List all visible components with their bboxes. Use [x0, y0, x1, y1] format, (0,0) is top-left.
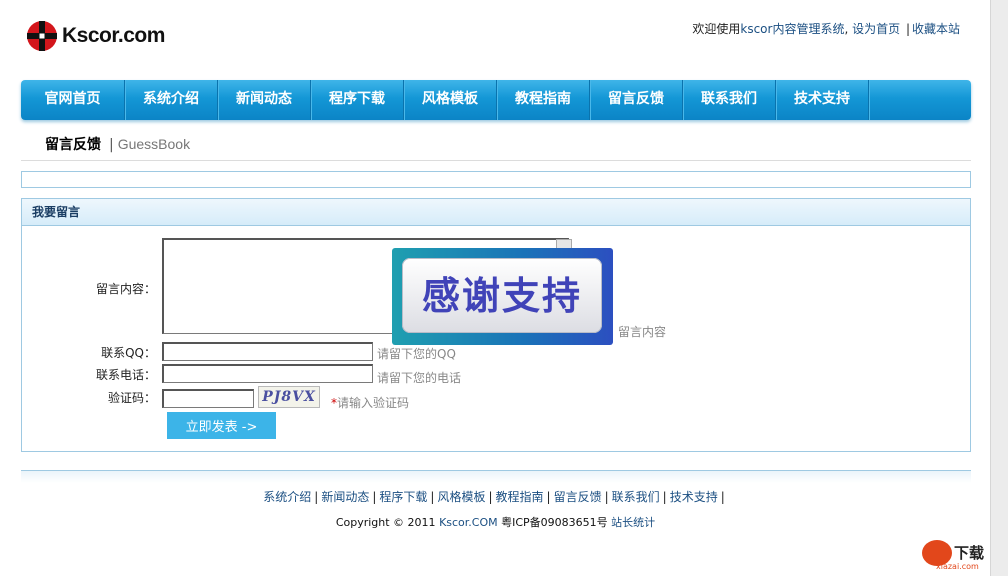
nav-item-templates[interactable]: 风格模板 [404, 80, 497, 120]
main-nav: 官网首页 系统介绍 新闻动态 程序下载 风格模板 教程指南 留言反馈 联系我们 … [21, 80, 971, 120]
captcha-image[interactable]: PJ8VX [258, 386, 320, 408]
watermark-text: 下载 [954, 544, 985, 562]
captcha-input[interactable] [162, 389, 254, 408]
copyright-prefix: Copyright © 2011 [335, 516, 436, 529]
footer-divider [21, 470, 971, 483]
panel-title: 我要留言 [22, 199, 970, 226]
bookmark-link[interactable]: 收藏本站 [912, 22, 960, 36]
separator: | [905, 22, 910, 36]
footer-link-download[interactable]: 程序下载 [379, 490, 427, 504]
footer-link-contact[interactable]: 联系我们 [612, 490, 660, 504]
breadcrumb-separator: | [109, 137, 114, 153]
nav-item-guestbook[interactable]: 留言反馈 [590, 80, 683, 120]
breadcrumb-english: GuessBook [117, 136, 191, 152]
thanks-banner-text: 感谢支持 [402, 258, 602, 333]
copyright: Copyright © 2011 Kscor.COM 粤ICP备09083651… [0, 514, 991, 530]
nav-item-home[interactable]: 官网首页 [21, 80, 125, 120]
logo-icon [26, 20, 58, 52]
footer-link-tutorials[interactable]: 教程指南 [496, 490, 544, 504]
logo-text: Kscor.com [62, 24, 165, 47]
phone-input[interactable] [162, 364, 373, 383]
thanks-banner: 感谢支持 [392, 248, 613, 345]
nav-item-news[interactable]: 新闻动态 [218, 80, 311, 120]
footer-link-news[interactable]: 新闻动态 [321, 490, 369, 504]
divider [21, 160, 971, 161]
icp-number: 粤ICP备09083651号 [501, 516, 608, 529]
qq-hint: 请留下您的QQ [377, 347, 456, 361]
nav-item-contact[interactable]: 联系我们 [683, 80, 776, 120]
nav-item-support[interactable]: 技术支持 [776, 80, 869, 120]
copyright-brand-link[interactable]: Kscor.COM [439, 516, 498, 529]
footer-link-guestbook[interactable]: 留言反馈 [554, 490, 602, 504]
qq-input[interactable] [162, 342, 373, 361]
site-logo[interactable]: Kscor.com [26, 20, 165, 52]
captcha-label: 验证码： [107, 391, 156, 405]
qq-label: 联系QQ： [101, 346, 156, 360]
nav-item-download[interactable]: 程序下载 [311, 80, 404, 120]
notice-box [21, 171, 971, 188]
top-links: 欢迎使用kscor内容管理系统, 设为首页 | 收藏本站 [692, 22, 960, 36]
nav-item-intro[interactable]: 系统介绍 [125, 80, 218, 120]
site-link[interactable]: kscor内容管理系统 [740, 22, 844, 36]
content-label: 留言内容： [95, 282, 156, 296]
welcome-text: 欢迎使用 [692, 22, 741, 36]
content-hint: 留言内容 [618, 325, 667, 339]
stats-link[interactable]: 站长统计 [611, 516, 655, 529]
captcha-hint-text: 请输入验证码 [337, 396, 410, 410]
submit-button[interactable]: 立即发表 -> [167, 412, 276, 439]
breadcrumb: 留言反馈 | GuessBook [45, 134, 190, 154]
footer-link-intro[interactable]: 系统介绍 [263, 490, 311, 504]
vertical-scrollbar[interactable] [990, 0, 1008, 576]
phone-label: 联系电话： [95, 368, 156, 382]
footer-link-support[interactable]: 技术支持 [670, 490, 718, 504]
nav-item-tutorials[interactable]: 教程指南 [497, 80, 590, 120]
phone-hint: 请留下您的电话 [377, 371, 462, 385]
footer-link-templates[interactable]: 风格模板 [437, 490, 485, 504]
watermark-sub: xiazai.com [936, 562, 979, 571]
download-watermark: 下载 xiazai.com [918, 538, 998, 572]
footer-links: 系统介绍 | 新闻动态 | 程序下载 | 风格模板 | 教程指南 | 留言反馈 | 联系我们 | 技术支持 | [263, 490, 725, 504]
captcha-hint: *请输入验证码 [331, 394, 409, 411]
breadcrumb-current: 留言反馈 [45, 137, 101, 153]
set-home-link[interactable]: 设为首页 [852, 22, 900, 36]
